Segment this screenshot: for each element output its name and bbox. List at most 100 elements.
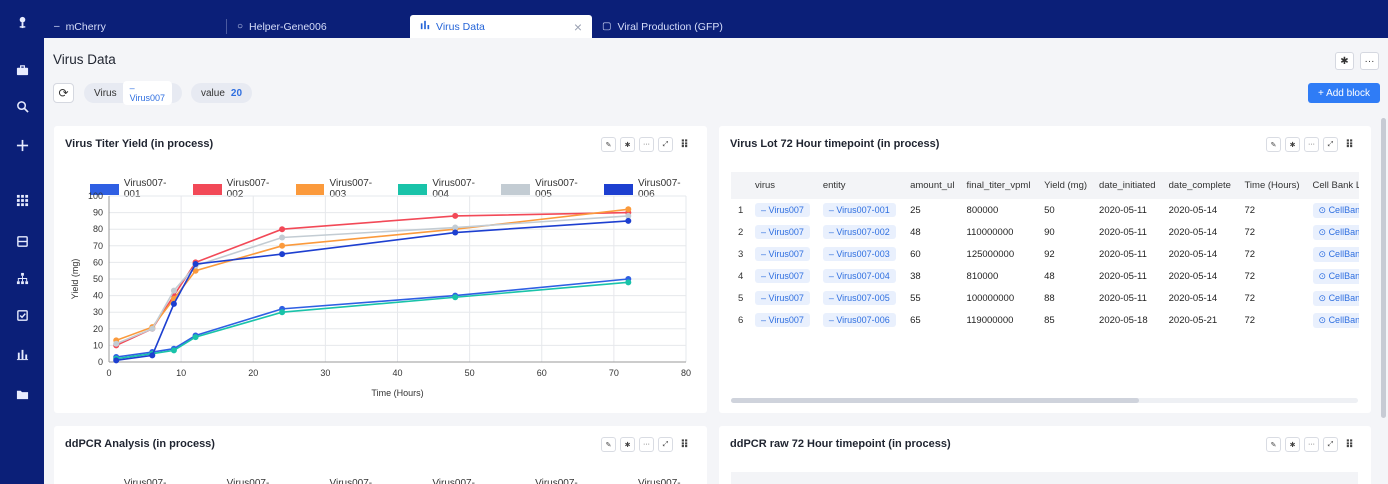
edit-button[interactable]: ✎ — [601, 437, 616, 452]
data-point[interactable] — [113, 357, 120, 364]
value-filter-chip[interactable]: value 20 — [191, 83, 253, 103]
data-point[interactable] — [170, 300, 177, 307]
virus-link[interactable]: – Virus007 — [755, 269, 810, 283]
entity-link[interactable]: – Virus007-005 — [822, 291, 896, 305]
virus-link[interactable]: – Virus007 — [755, 291, 810, 305]
data-point[interactable] — [279, 226, 286, 233]
settings-button[interactable]: ✱ — [620, 437, 635, 452]
data-point[interactable] — [279, 242, 286, 249]
search-icon[interactable] — [12, 96, 32, 116]
edit-button[interactable]: ✎ — [1266, 437, 1281, 452]
column-header[interactable]: date_initiated — [1095, 172, 1165, 199]
more-button[interactable]: ··· — [1304, 437, 1319, 452]
x-axis-label: Time (Hours) — [371, 388, 423, 398]
data-point[interactable] — [279, 251, 286, 258]
briefcase-icon[interactable] — [12, 60, 32, 80]
inventory-icon[interactable] — [12, 231, 32, 251]
add-block-button[interactable]: + Add block — [1308, 83, 1380, 103]
cell-bank-link[interactable]: ⊙ CellBan — [1312, 290, 1359, 306]
close-tab-icon[interactable]: × — [574, 19, 582, 35]
data-point[interactable] — [170, 347, 177, 354]
entity-link[interactable]: – Virus007-004 — [822, 269, 896, 283]
entity-link[interactable]: – Virus007-002 — [822, 225, 896, 239]
entity-link[interactable]: – Virus007-003 — [822, 247, 896, 261]
tab-viral-production-gfp[interactable]: ▢ Viral Production (GFP) — [592, 15, 792, 38]
gear-icon: ✱ — [1289, 441, 1296, 449]
column-header[interactable]: Cell Bank L — [1308, 172, 1359, 199]
more-button[interactable]: ··· — [639, 437, 654, 452]
column-header[interactable]: Time (Hours) — [1240, 172, 1309, 199]
vertical-scrollbar[interactable] — [1381, 118, 1386, 418]
settings-button[interactable]: ✱ — [1285, 437, 1300, 452]
legend-item[interactable]: Virus007-006 — [604, 478, 695, 484]
task-check-icon[interactable] — [12, 305, 32, 325]
legend-item[interactable]: Virus007-002 — [192, 478, 284, 484]
page-settings-button[interactable]: ✱ — [1335, 52, 1354, 70]
table-row[interactable]: 6 – Virus007 – Virus007-006 65 119000000 85 20… — [731, 309, 1359, 331]
tab-label: Helper-Gene006 — [249, 20, 327, 33]
column-header[interactable]: Yield (mg) — [1040, 172, 1096, 199]
cell-bank-link[interactable]: ⊙ CellBan — [1312, 246, 1359, 262]
virus-link[interactable]: – Virus007 — [755, 225, 810, 239]
legend-item[interactable]: Virus007-001 — [90, 478, 181, 484]
column-header[interactable]: virus — [751, 172, 819, 199]
table-row[interactable]: 3 – Virus007 – Virus007-003 60 125000000 92 20… — [731, 243, 1359, 265]
column-header[interactable]: final_titer_vpml — [962, 172, 1041, 199]
expand-button[interactable]: ⤢ — [1323, 437, 1338, 452]
cell-bank-link[interactable]: ⊙ CellBan — [1312, 312, 1359, 328]
legend-item[interactable]: Virus007-005 — [501, 478, 592, 484]
data-point[interactable] — [625, 206, 632, 213]
hierarchy-icon[interactable] — [12, 268, 32, 288]
data-point[interactable] — [192, 334, 199, 341]
date-complete-cell: 2020-05-14 — [1168, 226, 1218, 238]
table-row[interactable]: 2 – Virus007 – Virus007-002 48 110000000 90 20… — [731, 221, 1359, 243]
column-header[interactable]: amount_ul — [906, 172, 963, 199]
virus-cell: – Virus007 — [751, 199, 819, 221]
horizontal-scrollbar[interactable] — [731, 398, 1358, 403]
data-point[interactable] — [452, 212, 459, 219]
folder-icon[interactable] — [12, 384, 32, 404]
data-point[interactable] — [452, 229, 459, 236]
table-row[interactable]: 4 – Virus007 – Virus007-004 38 810000 48 2020-… — [731, 265, 1359, 287]
entity-link[interactable]: – Virus007-006 — [822, 313, 896, 327]
tab-helper-gene006[interactable]: ○ Helper-Gene006 — [227, 15, 407, 38]
logo-icon[interactable] — [12, 12, 32, 32]
page-more-button[interactable]: ··· — [1360, 52, 1379, 70]
apps-grid-icon[interactable] — [12, 190, 32, 210]
data-point[interactable] — [113, 340, 120, 347]
entity-link[interactable]: – Virus007-001 — [822, 203, 896, 217]
legend-item[interactable]: Virus007-003 — [295, 478, 387, 484]
scrollbar-thumb[interactable] — [731, 398, 1139, 403]
data-point[interactable] — [625, 217, 632, 224]
expand-button[interactable]: ⤢ — [658, 437, 673, 452]
plus-icon[interactable] — [12, 135, 32, 155]
cell-bank-link-text: CellBan — [1328, 270, 1359, 281]
drag-handle-icon[interactable]: ⠿ — [1343, 437, 1355, 452]
virus-link[interactable]: – Virus007 — [755, 247, 810, 261]
cell-bank-link[interactable]: ⊙ CellBan — [1312, 202, 1359, 218]
virus-filter-chip[interactable]: Virus – Virus007 — [84, 81, 182, 105]
bar-chart-icon[interactable] — [12, 344, 32, 364]
data-point[interactable] — [279, 309, 286, 316]
data-point[interactable] — [170, 287, 177, 294]
tab-mcherry[interactable]: – mCherry — [44, 15, 224, 38]
data-point[interactable] — [279, 234, 286, 241]
data-point[interactable] — [149, 325, 156, 332]
table-row[interactable]: 5 – Virus007 – Virus007-005 55 100000000 88 20… — [731, 287, 1359, 309]
data-point[interactable] — [149, 352, 156, 359]
tab-virus-data[interactable]: Virus Data × — [410, 15, 592, 38]
data-point[interactable] — [192, 261, 199, 268]
virus-filter-value[interactable]: – Virus007 — [122, 81, 172, 105]
refresh-button[interactable]: ⟳ — [53, 83, 74, 103]
virus-link[interactable]: – Virus007 — [755, 313, 810, 327]
column-header[interactable]: entity — [818, 172, 907, 199]
cell-bank-link[interactable]: ⊙ CellBan — [1312, 268, 1359, 284]
column-header[interactable]: date_complete — [1164, 172, 1241, 199]
virus-link[interactable]: – Virus007 — [755, 203, 810, 217]
data-point[interactable] — [452, 294, 459, 301]
table-row[interactable]: 1 – Virus007 – Virus007-001 25 800000 50 2020-… — [731, 199, 1359, 221]
data-point[interactable] — [625, 279, 632, 286]
drag-handle-icon[interactable]: ⠿ — [678, 437, 690, 452]
legend-item[interactable]: Virus007-004 — [398, 478, 489, 484]
cell-bank-link[interactable]: ⊙ CellBan — [1312, 224, 1359, 240]
